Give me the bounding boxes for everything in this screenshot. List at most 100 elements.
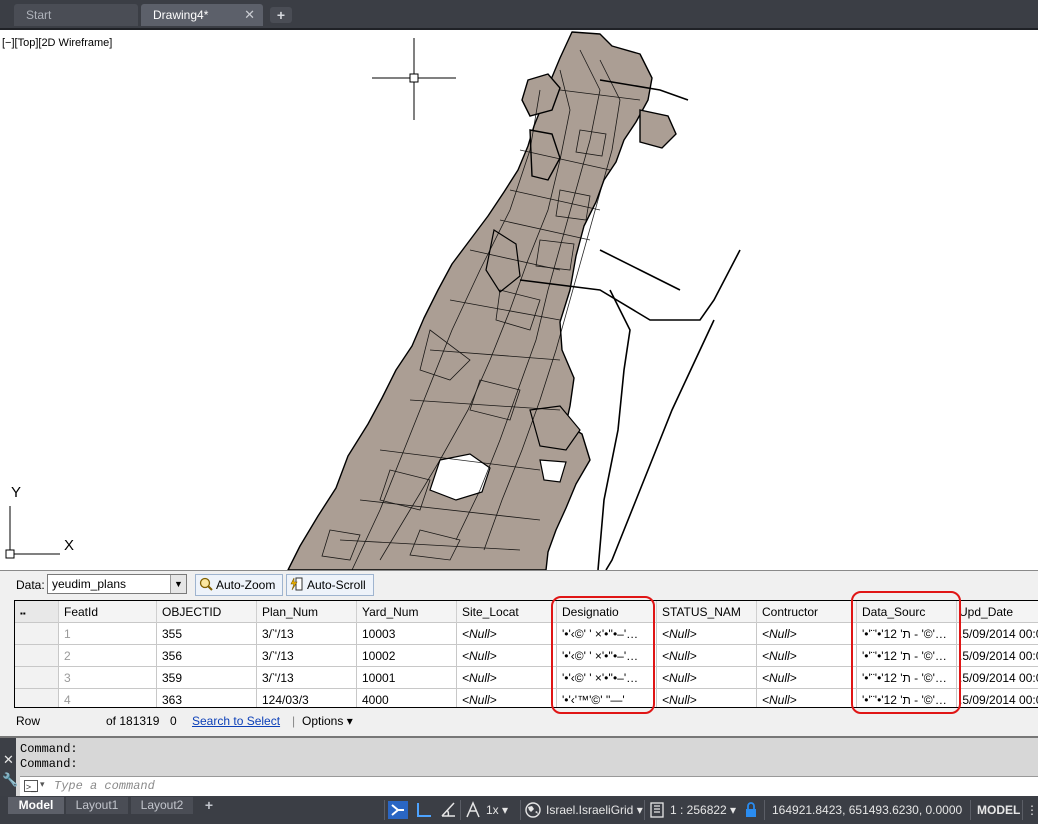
data-label: Data: — [16, 578, 45, 592]
annotation-scale-dropdown[interactable]: 1x ▾ — [486, 796, 508, 824]
column-header[interactable]: FeatId — [59, 601, 157, 623]
document-tab-bar: Start Drawing4* ✕ + — [0, 0, 1038, 30]
row-selector[interactable] — [15, 623, 59, 645]
table-cell[interactable]: <Null> — [757, 645, 857, 667]
auto-zoom-label: Auto-Zoom — [216, 578, 276, 592]
table-cell[interactable]: .5/09/2014 00:0 — [957, 689, 1038, 707]
table-cell[interactable]: <Null> — [757, 623, 857, 645]
tab-layout2[interactable]: Layout2 — [131, 797, 193, 814]
table-cell[interactable]: 356 — [157, 645, 257, 667]
status-separator — [1022, 800, 1023, 820]
column-header[interactable]: Plan_Num — [257, 601, 357, 623]
column-header[interactable]: STATUS_NAM — [657, 601, 757, 623]
table-cell[interactable]: 2 — [59, 645, 157, 667]
model-space-toggle[interactable]: MODEL — [977, 796, 1020, 824]
table-cell[interactable]: 1 — [59, 623, 157, 645]
table-cell[interactable]: 10002 — [357, 645, 457, 667]
table-cell[interactable]: <Null> — [657, 645, 757, 667]
table-cell[interactable]: <Null> — [757, 667, 857, 689]
polar-tracking-icon[interactable] — [438, 801, 458, 819]
close-icon[interactable]: ✕ — [3, 752, 14, 768]
status-separator — [460, 800, 461, 820]
auto-scroll-label: Auto-Scroll — [307, 578, 366, 592]
add-layout-button[interactable]: + — [199, 797, 219, 814]
table-cell[interactable]: .5/09/2014 00:0 — [957, 645, 1038, 667]
row-label: Row — [16, 714, 41, 728]
table-cell[interactable]: <Null> — [657, 667, 757, 689]
tab-start[interactable]: Start — [14, 4, 138, 26]
table-cell[interactable]: <Null> — [657, 623, 757, 645]
dynamic-ucs-icon[interactable] — [388, 801, 408, 819]
tab-model[interactable]: Model — [8, 797, 64, 814]
table-cell[interactable]: 124/03/3 — [257, 689, 357, 707]
table-cell[interactable]: 4 — [59, 689, 157, 707]
tab-layout1[interactable]: Layout1 — [66, 797, 128, 814]
new-tab-button[interactable]: + — [270, 7, 292, 23]
lock-icon[interactable] — [744, 801, 758, 819]
table-cell[interactable]: 355 — [157, 623, 257, 645]
table-cell[interactable]: .5/09/2014 00:0 — [957, 667, 1038, 689]
table-cell[interactable]: 10001 — [357, 667, 457, 689]
row-selector[interactable] — [15, 689, 59, 707]
data-sourc-column-highlight — [851, 591, 961, 714]
table-cell[interactable]: 4000 — [357, 689, 457, 707]
row-selector[interactable] — [15, 667, 59, 689]
table-cell[interactable]: 3/‵'/13 — [257, 667, 357, 689]
ucs-icon — [5, 506, 60, 559]
sort-indicator-icon: ▪▪ — [20, 609, 26, 618]
dataset-value: yeudim_plans — [52, 577, 127, 591]
map-drawing — [5, 31, 741, 570]
tab-drawing4[interactable]: Drawing4* ✕ — [141, 4, 263, 26]
ucs-x-label: X — [64, 537, 75, 554]
column-header[interactable]: Yard_Num — [357, 601, 457, 623]
auto-scroll-button[interactable]: Auto-Scroll — [286, 574, 374, 596]
annotation-scale-icon[interactable] — [464, 801, 482, 819]
table-cell[interactable]: <Null> — [457, 667, 557, 689]
table-cell[interactable]: <Null> — [457, 689, 557, 707]
scale-list-icon[interactable] — [648, 801, 666, 819]
column-header[interactable]: OBJECTID — [157, 601, 257, 623]
table-cell[interactable]: <Null> — [457, 645, 557, 667]
prompt-icon[interactable]: >_ — [24, 780, 38, 792]
command-input-row[interactable]: >_ ▾ Type a command — [20, 776, 1038, 797]
table-cell[interactable]: .5/09/2014 00:0 — [957, 623, 1038, 645]
table-cell[interactable]: <Null> — [757, 689, 857, 707]
column-header[interactable]: Upd_Date — [957, 601, 1038, 623]
row-selector[interactable] — [15, 645, 59, 667]
status-separator — [520, 800, 521, 820]
status-separator — [764, 800, 765, 820]
command-input[interactable]: Type a command — [54, 779, 155, 793]
parcel-east-blob — [639, 109, 677, 149]
globe-icon[interactable] — [524, 801, 542, 819]
close-tab-icon[interactable]: ✕ — [244, 4, 255, 26]
wrench-icon[interactable]: 🔧 — [2, 772, 18, 788]
coordinate-system-dropdown[interactable]: Israel.IsraeliGrid ▾ — [546, 796, 643, 824]
table-cell[interactable]: 3 — [59, 667, 157, 689]
drawing-canvas[interactable]: [−][Top][2D Wireframe] Y X — [0, 30, 1038, 570]
ortho-icon[interactable] — [414, 801, 434, 819]
table-cell[interactable]: 3/‵'/13 — [257, 623, 357, 645]
chevron-down-icon[interactable]: ▾ — [40, 779, 45, 790]
table-cell[interactable]: <Null> — [657, 689, 757, 707]
table-cell[interactable]: 359 — [157, 667, 257, 689]
command-line-handle[interactable]: ✕ 🔧 — [0, 738, 18, 798]
status-separator — [644, 800, 645, 820]
table-cell[interactable]: <Null> — [457, 623, 557, 645]
auto-zoom-button[interactable]: Auto-Zoom — [195, 574, 283, 596]
table-cell[interactable]: 10003 — [357, 623, 457, 645]
viewport-scale-dropdown[interactable]: 1 : 256822 ▾ — [670, 796, 736, 824]
grid-icon[interactable]: ⋮⋮ — [1026, 796, 1038, 824]
table-cell[interactable]: 3/‵'/13 — [257, 645, 357, 667]
row-selector-header[interactable]: ▪▪ — [15, 601, 59, 623]
command-line-panel: ✕ 🔧 Command: Command: >_ ▾ Type a comman… — [0, 736, 1038, 798]
status-bar: Model Layout1 Layout2 + 1x ▾ Israel.Isra… — [0, 796, 1038, 824]
column-header[interactable]: Contructor — [757, 601, 857, 623]
chevron-down-icon[interactable]: ▼ — [170, 575, 186, 593]
designatio-column-highlight — [551, 596, 655, 714]
search-to-select-link[interactable]: Search to Select — [192, 714, 280, 728]
dataset-dropdown[interactable]: yeudim_plans ▼ — [47, 574, 187, 594]
column-header[interactable]: Site_Locat — [457, 601, 557, 623]
data-table-panel: Data: yeudim_plans ▼ Auto-Zoom Auto-Scro… — [0, 570, 1038, 737]
table-cell[interactable]: 363 — [157, 689, 257, 707]
options-dropdown[interactable]: Options ▾ — [302, 714, 353, 728]
